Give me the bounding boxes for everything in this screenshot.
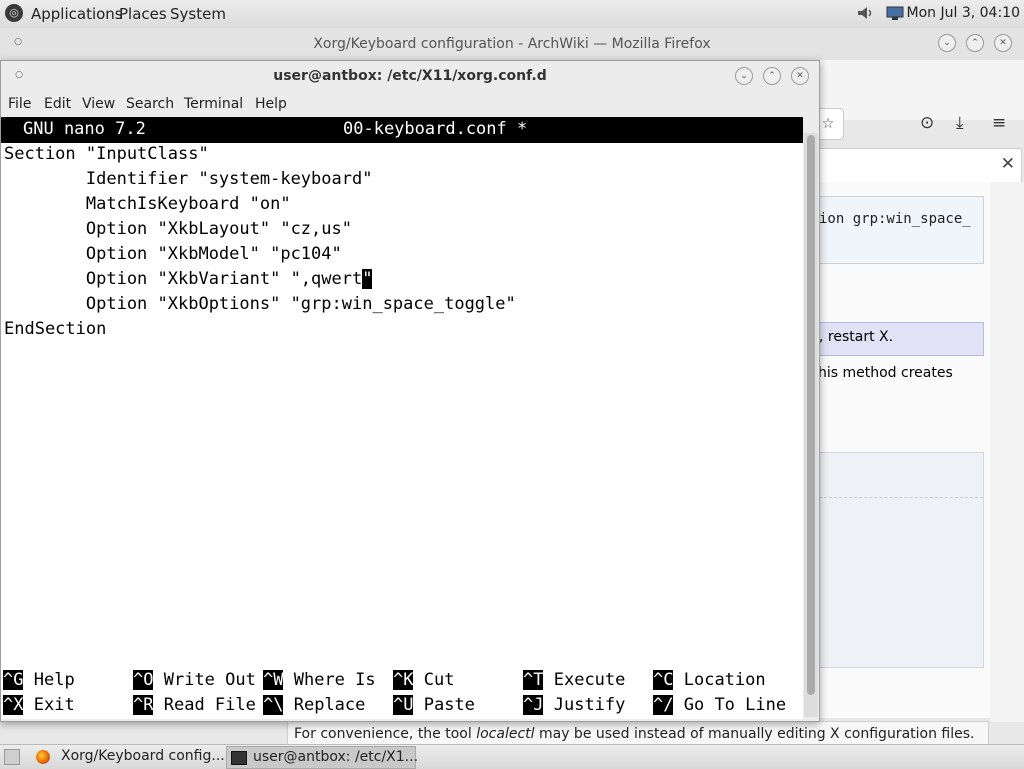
nano-version: GNU nano 7.2 xyxy=(23,119,146,139)
code-block: ion grp:win_space_ xyxy=(818,196,984,264)
menu-view[interactable]: View xyxy=(82,96,115,112)
shortcut-go-to-line[interactable]: ^/ Go To Line xyxy=(653,695,786,715)
downloads-icon[interactable]: ⤓ xyxy=(956,113,964,133)
nano-filename: 00-keyboard.conf * xyxy=(343,119,528,139)
taskbar-item-firefox[interactable]: Xorg/Keyboard config... xyxy=(30,746,225,767)
taskbar: Xorg/Keyboard config... user@antbox: /et… xyxy=(0,744,1024,769)
places-menu[interactable]: Places xyxy=(119,5,167,23)
shortcut-execute[interactable]: ^T Execute xyxy=(523,670,625,690)
shortcut-exit[interactable]: ^X Exit xyxy=(3,695,75,715)
editor-line: Option "XkbLayout" "cz,us" xyxy=(4,219,352,239)
terminal-icon xyxy=(231,751,247,765)
shortcut-replace[interactable]: ^\ Replace xyxy=(263,695,365,715)
editor-line: EndSection xyxy=(4,319,107,339)
maximize-icon[interactable]: ⌃ xyxy=(966,34,984,52)
close-find-icon[interactable]: ✕ xyxy=(1001,154,1015,174)
firefox-icon xyxy=(36,750,50,764)
terminal-screen[interactable]: GNU nano 7.2 00-keyboard.conf * Section … xyxy=(1,117,803,719)
terminal-titlebar[interactable]: ○ user@antbox: /etc/X11/xorg.conf.d ⌄ ⌃ … xyxy=(1,61,819,91)
shortcut-read-file[interactable]: ^R Read File xyxy=(133,695,256,715)
editor-line: Section "InputClass" xyxy=(4,144,209,164)
find-bar[interactable]: ✕ xyxy=(812,148,1022,184)
taskbar-item-label: user@antbox: /etc/X1... xyxy=(253,749,419,765)
menu-help[interactable]: Help xyxy=(255,96,287,112)
menu-file[interactable]: File xyxy=(8,96,31,112)
content-box xyxy=(818,452,984,668)
shortcut-write-out[interactable]: ^O Write Out xyxy=(133,670,256,690)
applications-menu[interactable]: Applications xyxy=(31,5,123,23)
shortcut-paste[interactable]: ^U Paste xyxy=(393,695,475,715)
distro-logo-icon[interactable]: ◎ xyxy=(5,4,23,22)
close-icon[interactable]: ✕ xyxy=(994,34,1012,52)
status-prefix: For convenience, the tool xyxy=(294,726,477,742)
network-icon[interactable] xyxy=(884,5,906,21)
editor-line: Identifier "system-keyboard" xyxy=(4,169,373,189)
shortcut-cut[interactable]: ^K Cut xyxy=(393,670,454,690)
text-cursor: " xyxy=(362,269,373,289)
shortcut-help[interactable]: ^G Help xyxy=(3,670,75,690)
page-scrollbar[interactable] xyxy=(990,182,1024,722)
editor-line-text: Option "XkbVariant" ",qwert xyxy=(4,269,363,289)
status-suffix: may be used instead of manually editing … xyxy=(534,726,975,742)
code-fragment: ion grp:win_space_ xyxy=(819,211,971,227)
terminal-scrollbar[interactable] xyxy=(804,133,818,717)
menu-search[interactable]: Search xyxy=(126,96,174,112)
note-box: , restart X. xyxy=(818,322,984,356)
minimize-icon[interactable]: ⌄ xyxy=(735,67,753,85)
minimize-icon[interactable]: ⌄ xyxy=(938,34,956,52)
close-icon[interactable]: ✕ xyxy=(791,67,809,85)
volume-icon[interactable] xyxy=(856,5,874,21)
shortcut-location[interactable]: ^C Location xyxy=(653,670,766,690)
clock[interactable]: Mon Jul 3, 04:10 xyxy=(907,5,1020,21)
status-italic: localectl xyxy=(476,726,535,742)
scrollbar-thumb[interactable] xyxy=(807,135,815,695)
menu-terminal[interactable]: Terminal xyxy=(184,96,243,112)
show-desktop-button[interactable] xyxy=(4,749,20,765)
app-menu-icon[interactable]: ≡ xyxy=(992,113,1006,133)
maximize-icon[interactable]: ⌃ xyxy=(763,67,781,85)
shortcut-justify[interactable]: ^J Justify xyxy=(523,695,625,715)
editor-line: MatchIsKeyboard "on" xyxy=(4,194,291,214)
text-fragment: his method creates xyxy=(818,365,953,381)
editor-line: Option "XkbVariant" ",qwert" xyxy=(4,269,373,289)
firefox-titlebar[interactable]: Xorg/Keyboard configuration - ArchWiki —… xyxy=(0,28,1024,60)
note-fragment: , restart X. xyxy=(819,329,894,345)
shortcut-where-is[interactable]: ^W Where Is xyxy=(263,670,376,690)
terminal-window: ○ user@antbox: /etc/X11/xorg.conf.d ⌄ ⌃ … xyxy=(0,60,820,722)
menu-edit[interactable]: Edit xyxy=(44,96,71,112)
pocket-icon[interactable]: ⊙ xyxy=(920,113,934,133)
top-panel: ◎ Applications Places System Mon Jul 3, … xyxy=(0,0,1024,29)
editor-line: Option "XkbOptions" "grp:win_space_toggl… xyxy=(4,294,516,314)
terminal-menubar: File Edit View Search Terminal Help xyxy=(1,91,819,117)
nano-header: GNU nano 7.2 00-keyboard.conf * xyxy=(1,117,803,143)
taskbar-item-terminal[interactable]: user@antbox: /etc/X1... xyxy=(226,746,419,769)
window-menu-icon[interactable]: ○ xyxy=(10,34,26,50)
system-menu[interactable]: System xyxy=(170,5,226,23)
taskbar-item-label: Xorg/Keyboard config... xyxy=(61,748,225,764)
terminal-title: user@antbox: /etc/X11/xorg.conf.d xyxy=(273,68,547,84)
editor-line: Option "XkbModel" "pc104" xyxy=(4,244,342,264)
firefox-title: Xorg/Keyboard configuration - ArchWiki —… xyxy=(313,36,711,52)
